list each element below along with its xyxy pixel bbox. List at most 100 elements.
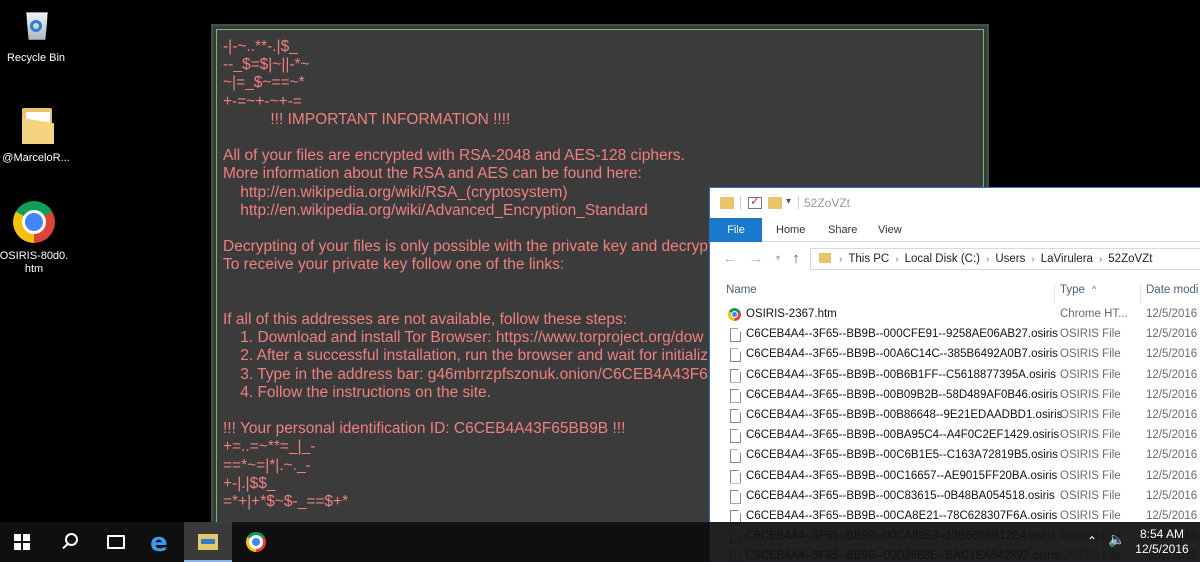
desktop-icon-osiris-htm[interactable]: OSIRIS-80d0. htm <box>0 200 70 276</box>
task-view-icon <box>107 535 125 549</box>
edge-button[interactable]: e <box>138 522 186 562</box>
breadcrumb-current-folder[interactable]: 52ZoVZt <box>1108 253 1152 265</box>
file-row[interactable]: C6CEB4A4--3F65--BB9B--00A6C14C--385B6492… <box>710 345 1200 365</box>
desktop-icon-label: OSIRIS-80d0. htm <box>0 250 69 275</box>
navigation-bar: ← → ▾ ↑ › This PC › Local Disk (C:) › Users › L… <box>710 242 1200 276</box>
column-divider[interactable] <box>1054 284 1055 304</box>
up-arrow-icon[interactable]: ↑ <box>788 250 804 267</box>
address-bar[interactable]: › This PC › Local Disk (C:) › Users › LaViruler… <box>810 248 1200 270</box>
clock-date: 12/5/2016 <box>1135 542 1189 556</box>
file-name: C6CEB4A4--3F65--BB9B--00CA8E21--78C62830… <box>746 509 1058 522</box>
breadcrumb-local-disk[interactable]: Local Disk (C:) <box>905 253 980 265</box>
speaker-icon[interactable]: 🔈 <box>1108 532 1125 548</box>
file-explorer-button[interactable] <box>184 522 232 562</box>
file-icon <box>730 348 741 363</box>
file-name: C6CEB4A4--3F65--BB9B--00C6B1E5--C163A728… <box>746 449 1058 462</box>
tab-view[interactable]: View <box>870 218 910 242</box>
tab-share[interactable]: Share <box>820 218 865 242</box>
start-button[interactable] <box>0 522 48 562</box>
divider <box>740 196 741 210</box>
file-date: 12/5/2016 <box>1146 308 1198 320</box>
file-type: OSIRIS File <box>1060 368 1121 381</box>
file-date: 12/5/2016 <box>1146 489 1198 502</box>
chevron-right-icon[interactable]: › <box>895 254 898 265</box>
chevron-up-icon[interactable]: ⌃ <box>1087 534 1097 548</box>
file-icon <box>730 449 741 464</box>
column-header-name[interactable]: Name <box>726 284 757 296</box>
column-divider[interactable] <box>1140 284 1141 304</box>
file-icon <box>730 429 741 444</box>
system-clock[interactable]: 8:54 AM 12/5/2016 <box>1132 527 1192 557</box>
file-type: OSIRIS File <box>1060 429 1121 442</box>
properties-icon[interactable] <box>748 194 762 209</box>
file-name: OSIRIS-2367.htm <box>746 308 837 320</box>
chevron-right-icon[interactable]: › <box>839 254 842 265</box>
file-icon <box>730 368 741 383</box>
ribbon-tabs: File Home Share View <box>710 218 1200 242</box>
file-type: OSIRIS File <box>1060 449 1121 462</box>
file-row[interactable]: C6CEB4A4--3F65--BB9B--00BA95C4--A4F0C2EF… <box>710 426 1200 446</box>
search-icon <box>65 533 78 546</box>
file-date: 12/5/2016 <box>1146 429 1198 442</box>
explorer-titlebar[interactable]: ▾ 52ZoVZt <box>710 188 1200 218</box>
chevron-right-icon[interactable]: › <box>1099 254 1102 265</box>
file-type: OSIRIS File <box>1060 509 1121 522</box>
file-name: C6CEB4A4--3F65--BB9B--000CFE91--9258AE06… <box>746 328 1058 341</box>
quick-access-dropdown-icon[interactable]: ▾ <box>786 196 791 207</box>
file-name: C6CEB4A4--3F65--BB9B--00A6C14C--385B6492… <box>746 348 1058 361</box>
chrome-button[interactable] <box>232 522 280 562</box>
file-type: OSIRIS File <box>1060 348 1121 361</box>
file-explorer-window: ▾ 52ZoVZt File Home Share View ← → ▾ ↑ ›… <box>709 187 1200 562</box>
back-arrow-icon[interactable]: ← <box>722 250 738 267</box>
tab-home[interactable]: Home <box>768 218 813 242</box>
file-name: C6CEB4A4--3F65--BB9B--00C16657--AE9015FF… <box>746 469 1058 482</box>
desktop-icon-recycle-bin[interactable]: Recycle Bin <box>0 2 72 65</box>
folder-icon <box>720 197 734 209</box>
file-row[interactable]: C6CEB4A4--3F65--BB9B--00B6B1FF--C5618877… <box>710 366 1200 386</box>
file-date: 12/5/2016 <box>1146 328 1198 341</box>
chevron-right-icon[interactable]: › <box>1031 254 1034 265</box>
file-icon <box>730 469 741 484</box>
start-icon <box>14 534 30 550</box>
file-type: OSIRIS File <box>1060 408 1121 421</box>
file-explorer-icon <box>198 534 218 550</box>
chevron-right-icon[interactable]: › <box>986 254 989 265</box>
file-type: OSIRIS File <box>1060 388 1121 401</box>
file-row[interactable]: OSIRIS-2367.htm Chrome HT... 12/5/2016 <box>710 305 1200 325</box>
taskbar: e ⌃ 🔈 8:54 AM 12/5/2016 <box>0 522 1200 562</box>
file-row[interactable]: C6CEB4A4--3F65--BB9B--00C16657--AE9015FF… <box>710 467 1200 487</box>
file-row[interactable]: C6CEB4A4--3F65--BB9B--00B09B2B--58D489AF… <box>710 386 1200 406</box>
file-name: C6CEB4A4--3F65--BB9B--00B09B2B--58D489AF… <box>746 388 1058 401</box>
recycle-bin-icon <box>14 2 58 46</box>
file-row[interactable]: C6CEB4A4--3F65--BB9B--000CFE91--9258AE06… <box>710 325 1200 345</box>
edge-icon: e <box>150 528 168 558</box>
tab-file[interactable]: File <box>710 218 762 242</box>
file-icon <box>730 388 741 403</box>
column-header-type[interactable]: Type <box>1060 284 1085 296</box>
window-title: 52ZoVZt <box>804 196 851 210</box>
task-view-button[interactable] <box>92 522 140 562</box>
recent-locations-chevron-icon[interactable]: ▾ <box>770 253 786 264</box>
file-type: OSIRIS File <box>1060 328 1121 341</box>
forward-arrow-icon[interactable]: → <box>748 250 764 267</box>
file-name: C6CEB4A4--3F65--BB9B--00BA95C4--A4F0C2EF… <box>746 429 1060 442</box>
chrome-icon <box>12 200 56 244</box>
file-icon <box>730 328 741 343</box>
column-header-date[interactable]: Date modi <box>1146 284 1198 296</box>
clock-time: 8:54 AM <box>1139 527 1185 541</box>
desktop-icon-folder[interactable]: @MarceloR... <box>0 102 72 165</box>
desktop-icon-label: Recycle Bin <box>6 52 66 64</box>
file-icon <box>730 408 741 423</box>
breadcrumb-user[interactable]: LaVirulera <box>1041 253 1093 265</box>
file-row[interactable]: C6CEB4A4--3F65--BB9B--00C83615--0B48BA05… <box>710 487 1200 507</box>
breadcrumb-this-pc[interactable]: This PC <box>848 253 889 265</box>
search-button[interactable] <box>48 522 96 562</box>
ransom-note-text: -|-~..**-.|$_ --_$=$|~||-*~ ~|=_$~==~* +… <box>223 38 727 511</box>
file-type: Chrome HT... <box>1060 308 1128 320</box>
sort-ascending-icon: ^ <box>1092 284 1097 294</box>
new-folder-icon[interactable] <box>768 197 782 209</box>
breadcrumb-users[interactable]: Users <box>995 253 1025 265</box>
file-row[interactable]: C6CEB4A4--3F65--BB9B--00C6B1E5--C163A728… <box>710 446 1200 466</box>
file-date: 12/5/2016 <box>1146 408 1198 421</box>
file-row[interactable]: C6CEB4A4--3F65--BB9B--00B86648--9E21EDAA… <box>710 406 1200 426</box>
